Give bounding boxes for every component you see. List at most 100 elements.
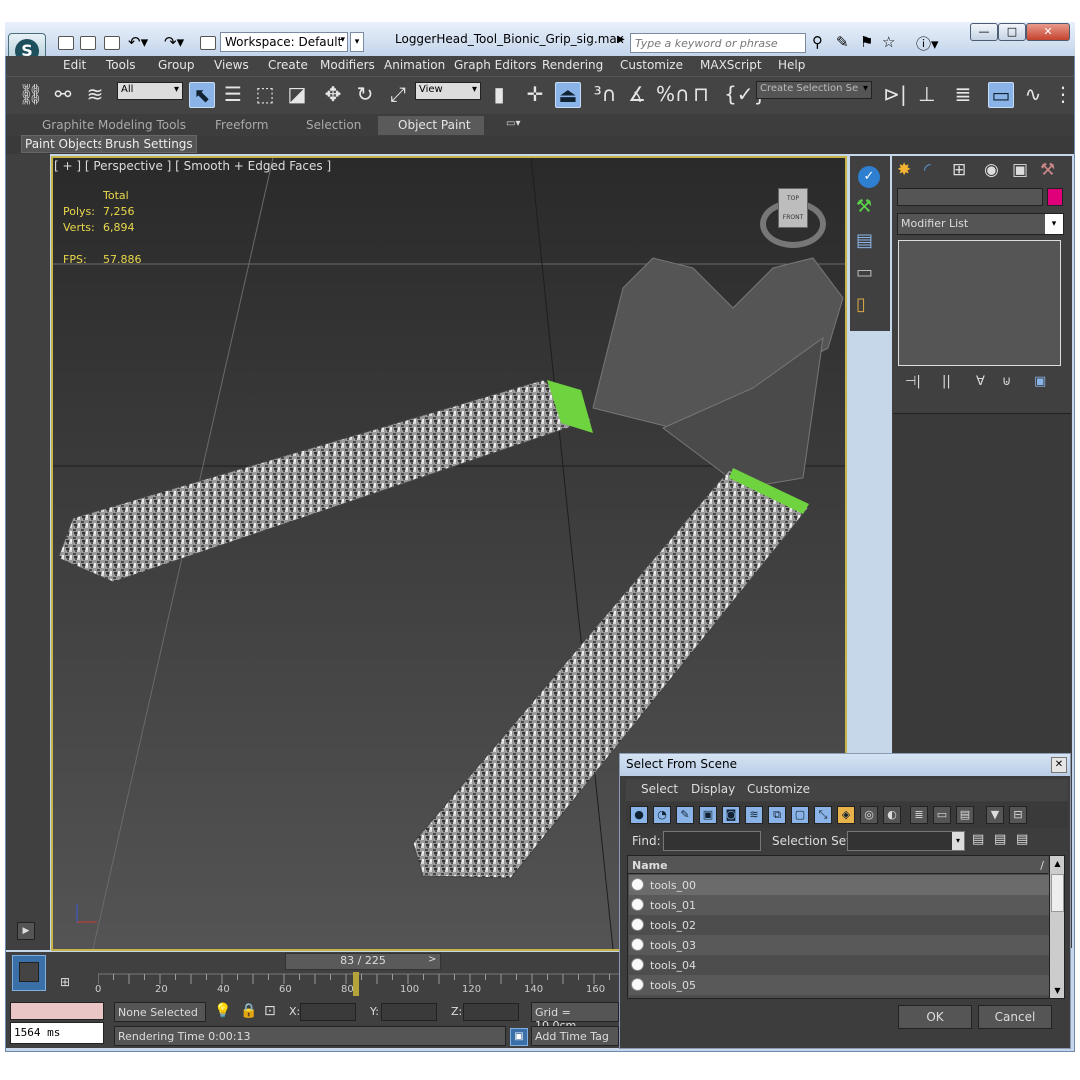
display-geometry-icon[interactable]: ● <box>630 806 648 824</box>
manipulate-icon[interactable]: ✛ <box>522 82 548 108</box>
time-tag-icon[interactable]: ▣ <box>510 1028 528 1046</box>
filter-options-icon[interactable]: ⊟ <box>1009 806 1027 824</box>
unlink-icon[interactable]: ⚯ <box>50 82 76 108</box>
reference-coord-dropdown[interactable]: View ▾ <box>415 82 481 100</box>
next-frame-arrow-icon[interactable]: > <box>428 954 436 965</box>
display-all-icon[interactable]: ◈ <box>837 806 855 824</box>
tab-selection[interactable]: Selection <box>306 118 361 132</box>
save-file-icon[interactable] <box>104 36 120 50</box>
display-shapes-icon[interactable]: ◔ <box>653 806 671 824</box>
bind-space-warp-icon[interactable]: ≋ <box>82 82 108 108</box>
rect-selection-icon[interactable]: ⬚ <box>252 82 278 108</box>
selection-set-dropdown[interactable]: ▾ <box>847 831 965 851</box>
tab-object-paint[interactable]: Object Paint <box>378 116 484 135</box>
show-end-result-icon[interactable]: || <box>942 374 951 389</box>
menu-maxscript[interactable]: MAXScript <box>700 58 762 72</box>
paint-objects-panel[interactable]: Paint Objects <box>21 135 108 153</box>
invert-display-icon[interactable]: ◐ <box>883 806 901 824</box>
search-input[interactable]: Type a keyword or phrase <box>630 33 806 53</box>
named-selection-set-dropdown[interactable]: Create Selection Se ▾ <box>756 81 872 99</box>
modifier-stack[interactable] <box>898 240 1061 366</box>
drill-icon[interactable]: ⚒ <box>856 196 872 217</box>
window-crossing-icon[interactable]: ◪ <box>284 82 310 108</box>
configure-modifier-sets-icon[interactable]: ▣ <box>1034 374 1046 389</box>
maximize-button[interactable]: □ <box>998 23 1026 41</box>
display-helpers-icon[interactable]: ◙ <box>722 806 740 824</box>
redo-icon[interactable]: ↷▾ <box>164 33 184 51</box>
align-icon[interactable]: ⊥ <box>914 82 940 108</box>
name-column-header[interactable]: Name / <box>628 856 1048 874</box>
list-item[interactable]: tools_01 <box>629 895 1049 915</box>
object-visibility-icon[interactable] <box>631 898 644 911</box>
menu-help[interactable]: Help <box>778 58 805 72</box>
pin-stack-icon[interactable]: ⊣| <box>905 374 921 389</box>
tab-graphite-modeling-tools[interactable]: Graphite Modeling Tools <box>42 118 186 132</box>
menu-group[interactable]: Group <box>158 58 195 72</box>
maxscript-listener-white[interactable]: 1564 ms <box>10 1022 104 1044</box>
list-item[interactable]: tools_05 <box>629 975 1049 995</box>
scale-icon[interactable]: ⤢ <box>385 82 411 108</box>
trackbar-options-icon[interactable]: ⊞ <box>60 975 70 989</box>
maxscript-listener-pink[interactable] <box>10 1002 104 1020</box>
menu-graph-editors[interactable]: Graph Editors <box>454 58 536 72</box>
list-item[interactable]: tools_02 <box>629 915 1049 935</box>
modify-tab-icon[interactable]: ◜ <box>924 160 931 180</box>
menu-modifiers[interactable]: Modifiers <box>320 58 375 72</box>
list-item[interactable]: tools_00 <box>629 875 1049 895</box>
object-visibility-icon[interactable] <box>631 918 644 931</box>
edit-named-selection-icon[interactable]: {✓} <box>724 82 766 108</box>
snap-toggle-icon[interactable]: ³∩ <box>592 82 618 108</box>
display-xrefs-icon[interactable]: ▢ <box>791 806 809 824</box>
workspace-dropdown[interactable]: Workspace: Default ▾ <box>220 32 348 52</box>
menu-rendering[interactable]: Rendering <box>542 58 603 72</box>
modifier-list-dropdown[interactable]: Modifier List ▾ <box>897 213 1064 235</box>
percent-snap-icon[interactable]: %∩ <box>656 82 690 108</box>
motion-tab-icon[interactable]: ◉ <box>984 160 999 180</box>
list-scrollbar[interactable]: ▲ ▼ <box>1049 856 1064 998</box>
layer-manager-icon[interactable]: ≣ <box>950 82 976 108</box>
selection-filter-dropdown[interactable]: All ▾ <box>117 82 183 100</box>
mini-curve-editor-button[interactable] <box>12 955 46 991</box>
graphite-toggle-icon[interactable]: ▭ <box>988 82 1014 108</box>
expand-arrow-icon[interactable]: ▶ <box>17 922 35 940</box>
open-file-icon[interactable] <box>80 36 96 50</box>
time-slider[interactable]: 83 / 225 <box>285 953 441 970</box>
display-groups-icon[interactable]: ⧉ <box>768 806 786 824</box>
display-bones-icon[interactable]: ⤡ <box>814 806 832 824</box>
checkmark-icon[interactable]: ✓ <box>858 166 880 188</box>
hierarchy-tab-icon[interactable]: ⊞ <box>952 160 966 180</box>
select-invert-icon[interactable]: ▤ <box>956 806 974 824</box>
object-visibility-icon[interactable] <box>631 978 644 991</box>
menu-create[interactable]: Create <box>268 58 308 72</box>
dialog-menu-select[interactable]: Select <box>641 782 678 796</box>
create-tab-icon[interactable]: ✸ <box>897 160 911 180</box>
remove-from-set-icon[interactable]: ▤ <box>1016 832 1028 847</box>
object-visibility-icon[interactable] <box>631 958 644 971</box>
make-unique-icon[interactable]: ∀ <box>976 374 985 389</box>
project-folder-icon[interactable] <box>200 36 216 50</box>
z-coordinate-field[interactable] <box>463 1003 519 1021</box>
object-name-field[interactable] <box>897 188 1043 206</box>
menu-edit[interactable]: Edit <box>63 58 86 72</box>
menu-tools[interactable]: Tools <box>106 58 136 72</box>
binoculars-icon[interactable]: ⚲ <box>812 33 823 51</box>
mirror-icon[interactable]: ⊳| <box>882 82 908 108</box>
list-item[interactable]: tools_04 <box>629 955 1049 975</box>
minimize-button[interactable]: — <box>970 23 998 41</box>
display-lights-icon[interactable]: ✎ <box>676 806 694 824</box>
object-visibility-icon[interactable] <box>631 878 644 891</box>
pivot-center-icon[interactable]: ▮ <box>486 82 512 108</box>
menu-animation[interactable]: Animation <box>384 58 445 72</box>
display-none-icon[interactable]: ◎ <box>860 806 878 824</box>
viewport-label[interactable]: [ + ] [ Perspective ] [ Smooth + Edged F… <box>54 159 331 173</box>
remove-modifier-icon[interactable]: ⊍ <box>1002 374 1012 389</box>
create-selection-set-icon[interactable]: ▤ <box>972 832 984 847</box>
ribbon-options-icon[interactable]: ▭▾ <box>506 118 520 129</box>
favorites-icon[interactable]: ☆ <box>882 33 895 51</box>
communication-icon[interactable]: ⚑ <box>860 33 873 51</box>
monitor-icon[interactable]: ▭ <box>856 262 873 283</box>
y-coordinate-field[interactable] <box>381 1003 437 1021</box>
search-expand-icon[interactable]: ▶ <box>617 34 625 45</box>
display-cameras-icon[interactable]: ▣ <box>699 806 717 824</box>
angle-snap-icon[interactable]: ∡ <box>624 82 650 108</box>
